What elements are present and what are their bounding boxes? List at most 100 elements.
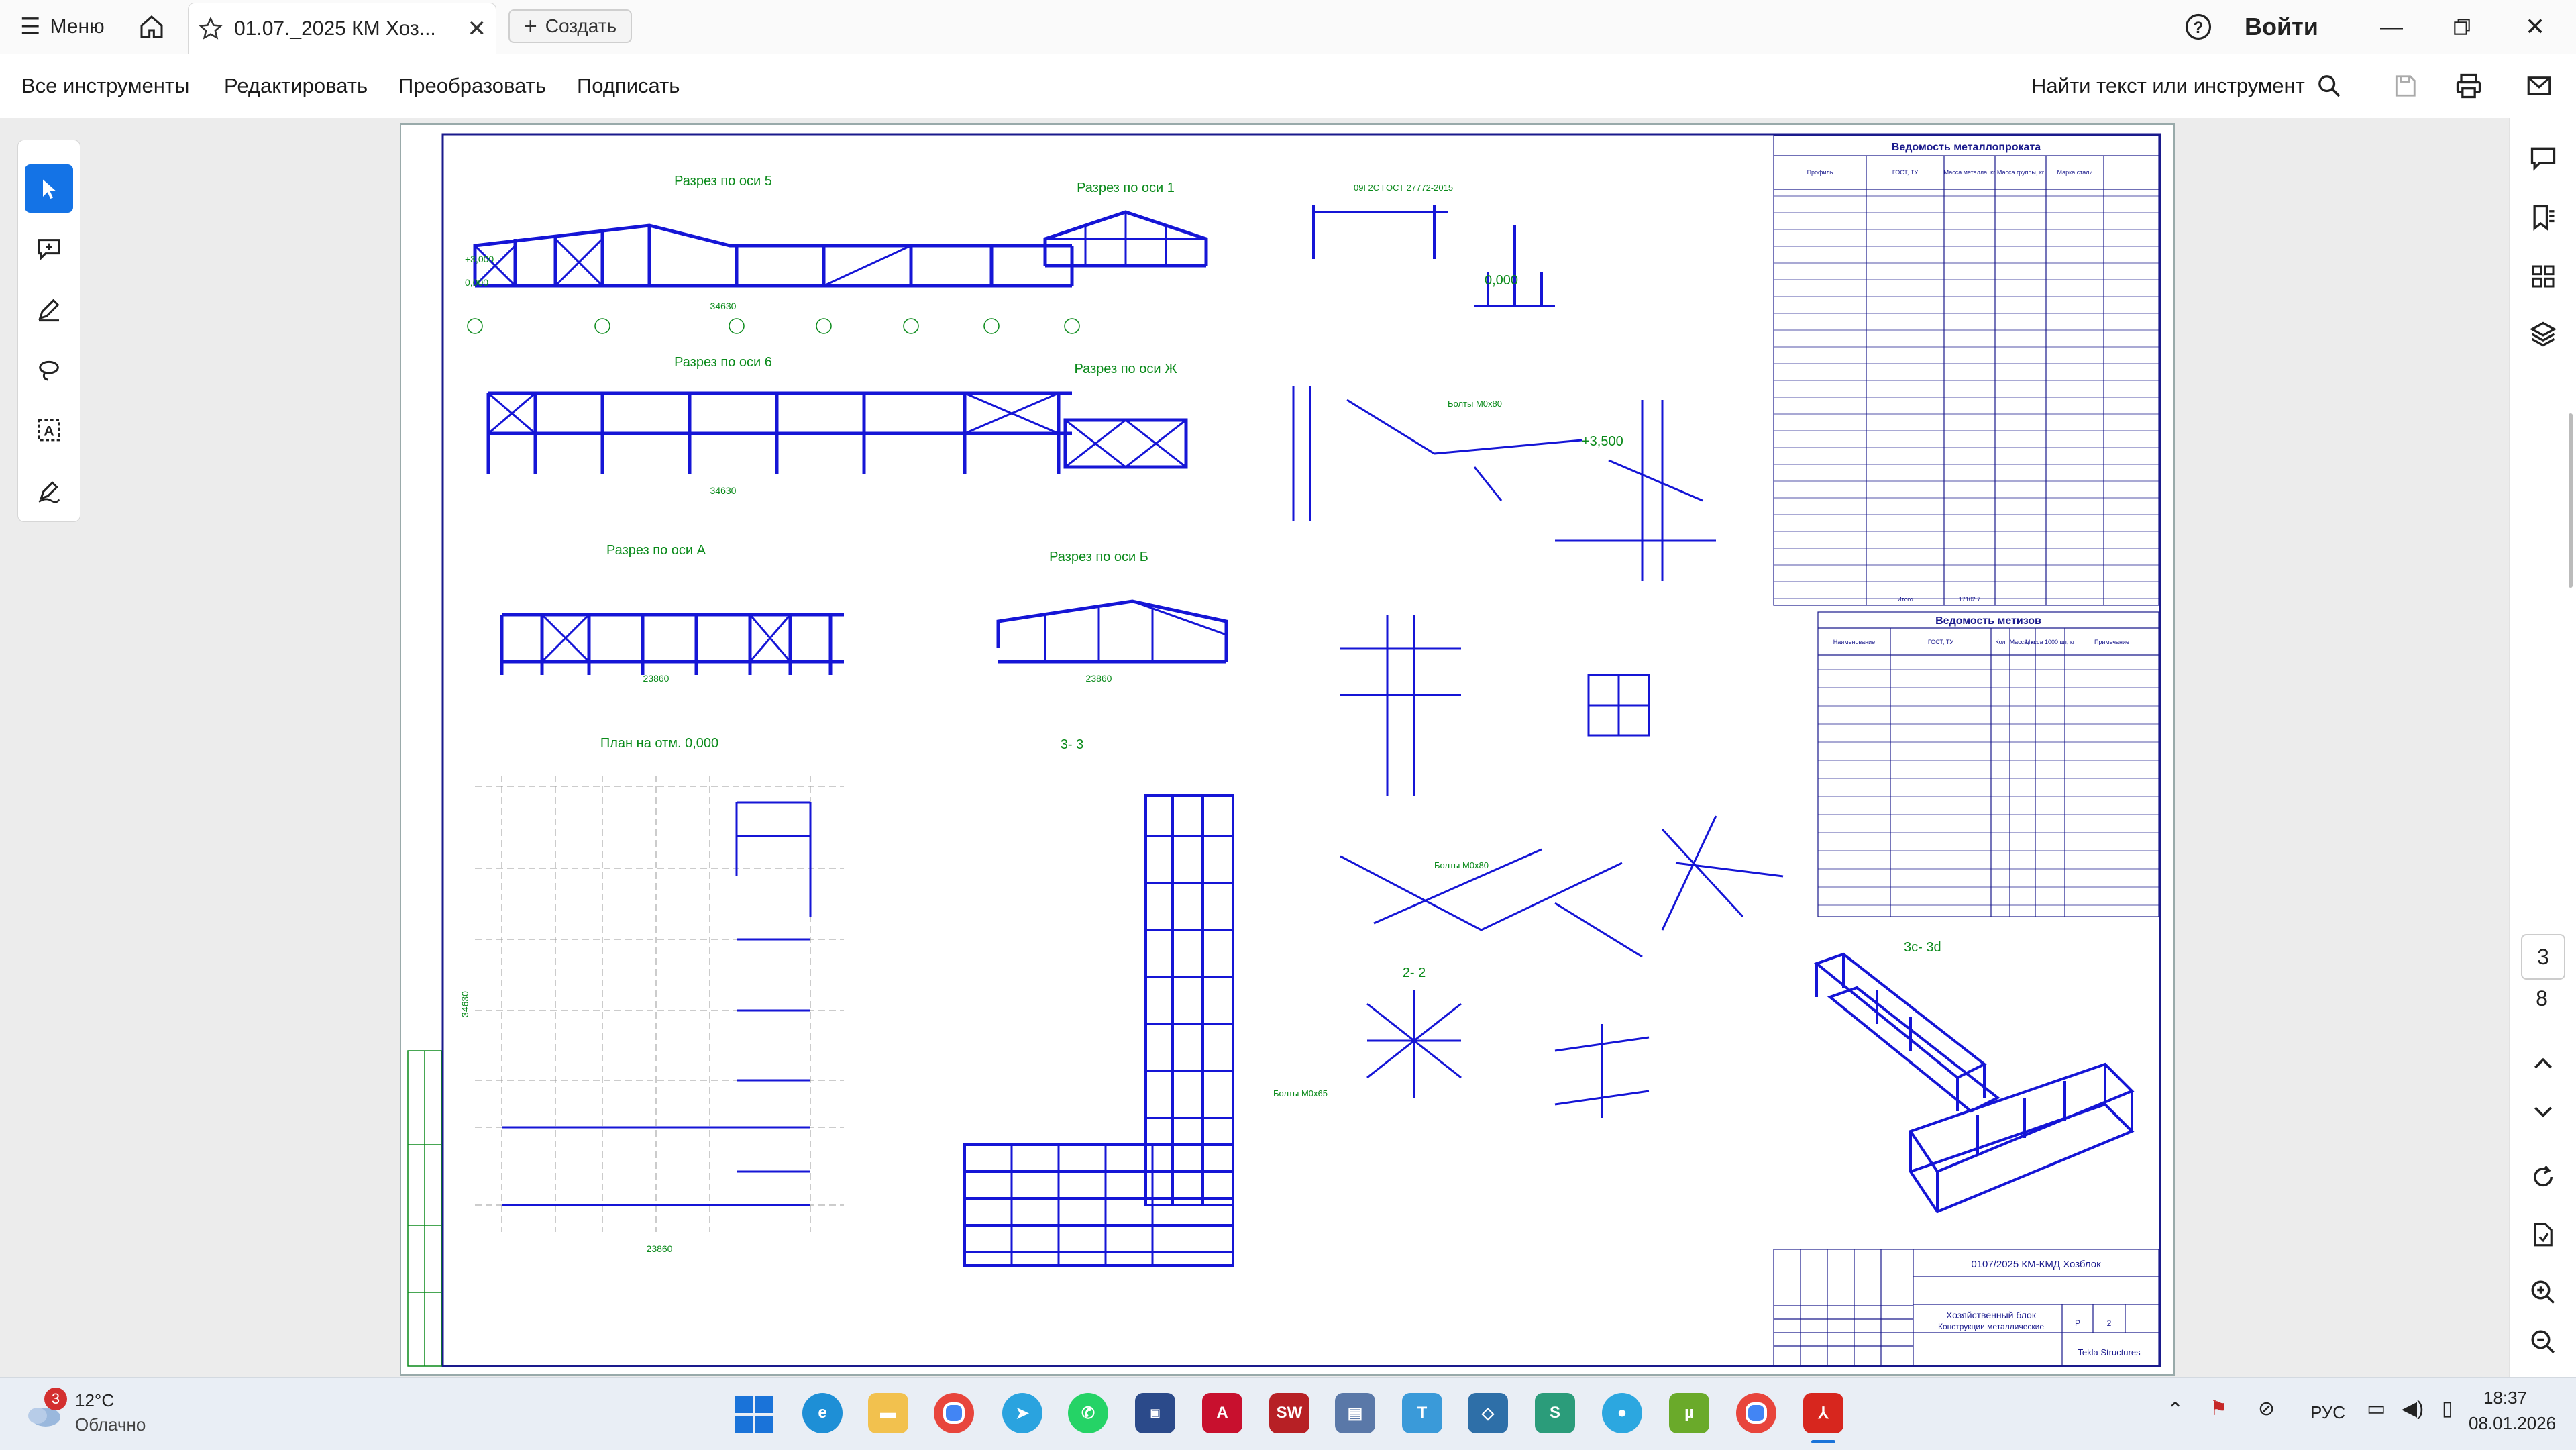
node-9 bbox=[1474, 225, 1555, 307]
comments-panel-button[interactable] bbox=[2527, 142, 2559, 174]
sectionA-frame bbox=[500, 613, 844, 675]
solidworks-app[interactable]: SW bbox=[1269, 1393, 1309, 1433]
layers-panel-button[interactable] bbox=[2527, 318, 2559, 350]
node-6 bbox=[1661, 815, 1784, 931]
signin-button[interactable]: Войти bbox=[2245, 0, 2318, 54]
spec-total-value: 17102.7 bbox=[1959, 596, 1981, 603]
sign-tool[interactable] bbox=[25, 466, 73, 515]
windows-icon-part bbox=[755, 1396, 773, 1413]
edge-app[interactable]: e bbox=[802, 1393, 843, 1433]
volume-icon[interactable]: ◀) bbox=[2402, 1397, 2424, 1420]
rotate-button[interactable] bbox=[2527, 1161, 2559, 1193]
acrobat-icon: ⅄ bbox=[1818, 1404, 1829, 1422]
plus-icon: + bbox=[523, 13, 537, 39]
section1-frame bbox=[1043, 210, 1208, 268]
zoom-out-button[interactable] bbox=[2527, 1326, 2559, 1358]
fasteners-header: Кол bbox=[1995, 639, 2005, 645]
title-block-logo: Tekla Structures bbox=[2078, 1347, 2141, 1357]
clock-date[interactable]: 08.01.2026 bbox=[2469, 1413, 2556, 1434]
language-indicator[interactable]: РУС bbox=[2310, 1402, 2345, 1423]
title-block-sheet: 2 bbox=[2107, 1318, 2112, 1328]
network-icon[interactable]: ▭ bbox=[2367, 1397, 2385, 1420]
star-icon[interactable] bbox=[198, 16, 223, 42]
view3d-title: 3с- 3d bbox=[1904, 940, 1941, 955]
fasteners-table-headers: Наименование ГОСТ, ТУ Кол Масса, кг Масс… bbox=[1833, 639, 2129, 645]
save-button[interactable] bbox=[2392, 54, 2418, 118]
section5-frame bbox=[473, 223, 1074, 288]
spec-header: Масса группы, кг bbox=[1997, 169, 2045, 176]
explorer-app[interactable]: ▬ bbox=[868, 1393, 908, 1433]
help-button[interactable]: ? bbox=[2184, 0, 2212, 54]
document-tab[interactable]: 01.07._2025 КМ Хоз... ✕ bbox=[188, 3, 496, 54]
app-2023[interactable]: ▣ bbox=[1135, 1393, 1175, 1433]
all-tools-menu[interactable]: Все инструменты bbox=[21, 54, 189, 118]
level-label: 0,000 bbox=[465, 277, 488, 288]
spec-total-label: Итого bbox=[1897, 596, 1913, 603]
battery-icon[interactable]: ▯ bbox=[2442, 1397, 2453, 1420]
highlight-tool[interactable] bbox=[25, 285, 73, 333]
page-number-input[interactable]: 3 bbox=[2521, 934, 2565, 980]
fasteners-table bbox=[1817, 611, 2159, 917]
app-green[interactable]: S bbox=[1535, 1393, 1575, 1433]
zoom-in-button[interactable] bbox=[2527, 1276, 2559, 1308]
plan-title: План на отм. 0,000 bbox=[600, 736, 718, 751]
weather-temperature: 12°C bbox=[75, 1390, 115, 1410]
close-window-button[interactable]: ✕ bbox=[2525, 0, 2545, 54]
lasso-icon bbox=[39, 360, 59, 381]
close-tab-icon[interactable]: ✕ bbox=[468, 15, 487, 42]
tray-app-icon-2[interactable]: ⊘ bbox=[2258, 1397, 2275, 1420]
convert-menu[interactable]: Преобразовать bbox=[398, 54, 546, 118]
app-blue-circle[interactable]: ● bbox=[1602, 1393, 1642, 1433]
tray-overflow-icon[interactable]: ⌃ bbox=[2167, 1398, 2184, 1422]
chrome-app-2[interactable] bbox=[1736, 1393, 1776, 1433]
whatsapp-app[interactable]: ✆ bbox=[1068, 1393, 1108, 1433]
autocad-app[interactable]: A bbox=[1202, 1393, 1242, 1433]
chrome-app[interactable] bbox=[934, 1393, 974, 1433]
spec-table-headers: Профиль ГОСТ, ТУ Масса металла, кг Масса… bbox=[1807, 169, 2093, 176]
bookmarks-panel-button[interactable] bbox=[2527, 201, 2559, 234]
text-box-icon: A bbox=[38, 419, 60, 442]
comment-tool[interactable] bbox=[25, 225, 73, 273]
draw-tool[interactable] bbox=[25, 346, 73, 394]
tekla-app-1[interactable]: T bbox=[1402, 1393, 1442, 1433]
node-8 bbox=[1587, 674, 1650, 737]
clock-time[interactable]: 18:37 bbox=[2483, 1388, 2527, 1408]
acrobat-app[interactable]: ⅄ bbox=[1803, 1393, 1843, 1433]
weather-widget[interactable]: 3 12°C Облачно bbox=[24, 1388, 185, 1439]
scrollbar-thumb[interactable] bbox=[2569, 413, 2573, 588]
cursor-icon bbox=[43, 179, 56, 199]
node-5b bbox=[1554, 1024, 1650, 1118]
edit-menu[interactable]: Редактировать bbox=[224, 54, 368, 118]
windows-icon bbox=[735, 1396, 753, 1413]
tekla-icon: T bbox=[1417, 1404, 1428, 1422]
tekla-app-2[interactable]: ◇ bbox=[1468, 1393, 1508, 1433]
thumbnails-panel-button[interactable] bbox=[2527, 260, 2559, 293]
node-4 bbox=[1555, 400, 1716, 581]
search-tools[interactable]: Найти текст или инструмент bbox=[2031, 54, 2343, 118]
sign-menu[interactable]: Подписать bbox=[577, 54, 680, 118]
maximize-button[interactable] bbox=[2451, 0, 2473, 54]
start-button[interactable] bbox=[735, 1396, 773, 1433]
select-tool[interactable] bbox=[25, 164, 73, 213]
share-button[interactable] bbox=[2525, 54, 2553, 118]
folder-icon: ▬ bbox=[880, 1404, 896, 1422]
gost-label: 09Г2С ГОСТ 27772-2015 bbox=[1354, 183, 1453, 193]
sectionB-title: Разрез по оси Б bbox=[1049, 550, 1148, 564]
svg-text:A: A bbox=[44, 422, 54, 439]
create-button[interactable]: + Создать bbox=[508, 9, 632, 43]
home-button[interactable] bbox=[138, 0, 165, 54]
extract-button[interactable] bbox=[2527, 1219, 2559, 1251]
page-down-button[interactable] bbox=[2527, 1095, 2559, 1127]
spec-header: ГОСТ, ТУ bbox=[1892, 169, 1919, 176]
print-button[interactable] bbox=[2454, 54, 2483, 118]
tray-app-icon[interactable]: ⚑ bbox=[2210, 1397, 2228, 1420]
app-photos[interactable]: ▤ bbox=[1335, 1393, 1375, 1433]
minimize-button[interactable]: — bbox=[2380, 0, 2403, 54]
page-up-button[interactable] bbox=[2527, 1048, 2559, 1080]
text-tool[interactable]: A bbox=[25, 406, 73, 454]
telegram-app[interactable]: ➤ bbox=[1002, 1393, 1042, 1433]
section22-title: 2- 2 bbox=[1403, 966, 1426, 980]
utorrent-app[interactable]: µ bbox=[1669, 1393, 1709, 1433]
section6-title: Разрез по оси 6 bbox=[674, 355, 772, 370]
menu-button[interactable]: ☰ Меню bbox=[20, 0, 105, 54]
